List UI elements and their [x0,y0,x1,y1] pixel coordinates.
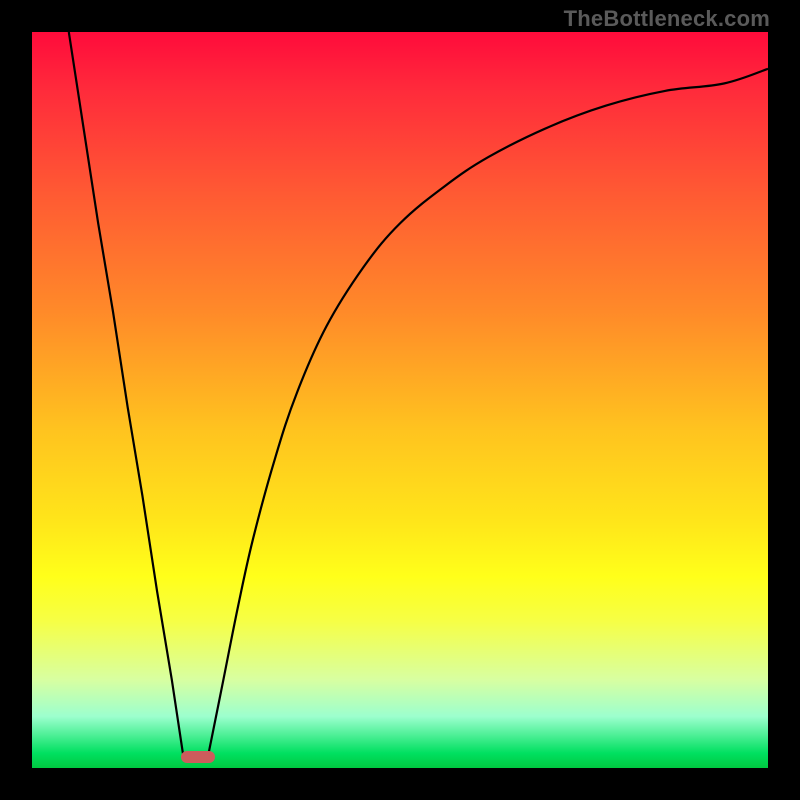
bottleneck-curve [32,32,768,768]
plot-area [32,32,768,768]
watermark-text: TheBottleneck.com [564,6,770,32]
optimal-marker [181,751,215,763]
curve-right-branch [209,69,768,754]
curve-left-branch [69,32,183,753]
chart-container: TheBottleneck.com [0,0,800,800]
